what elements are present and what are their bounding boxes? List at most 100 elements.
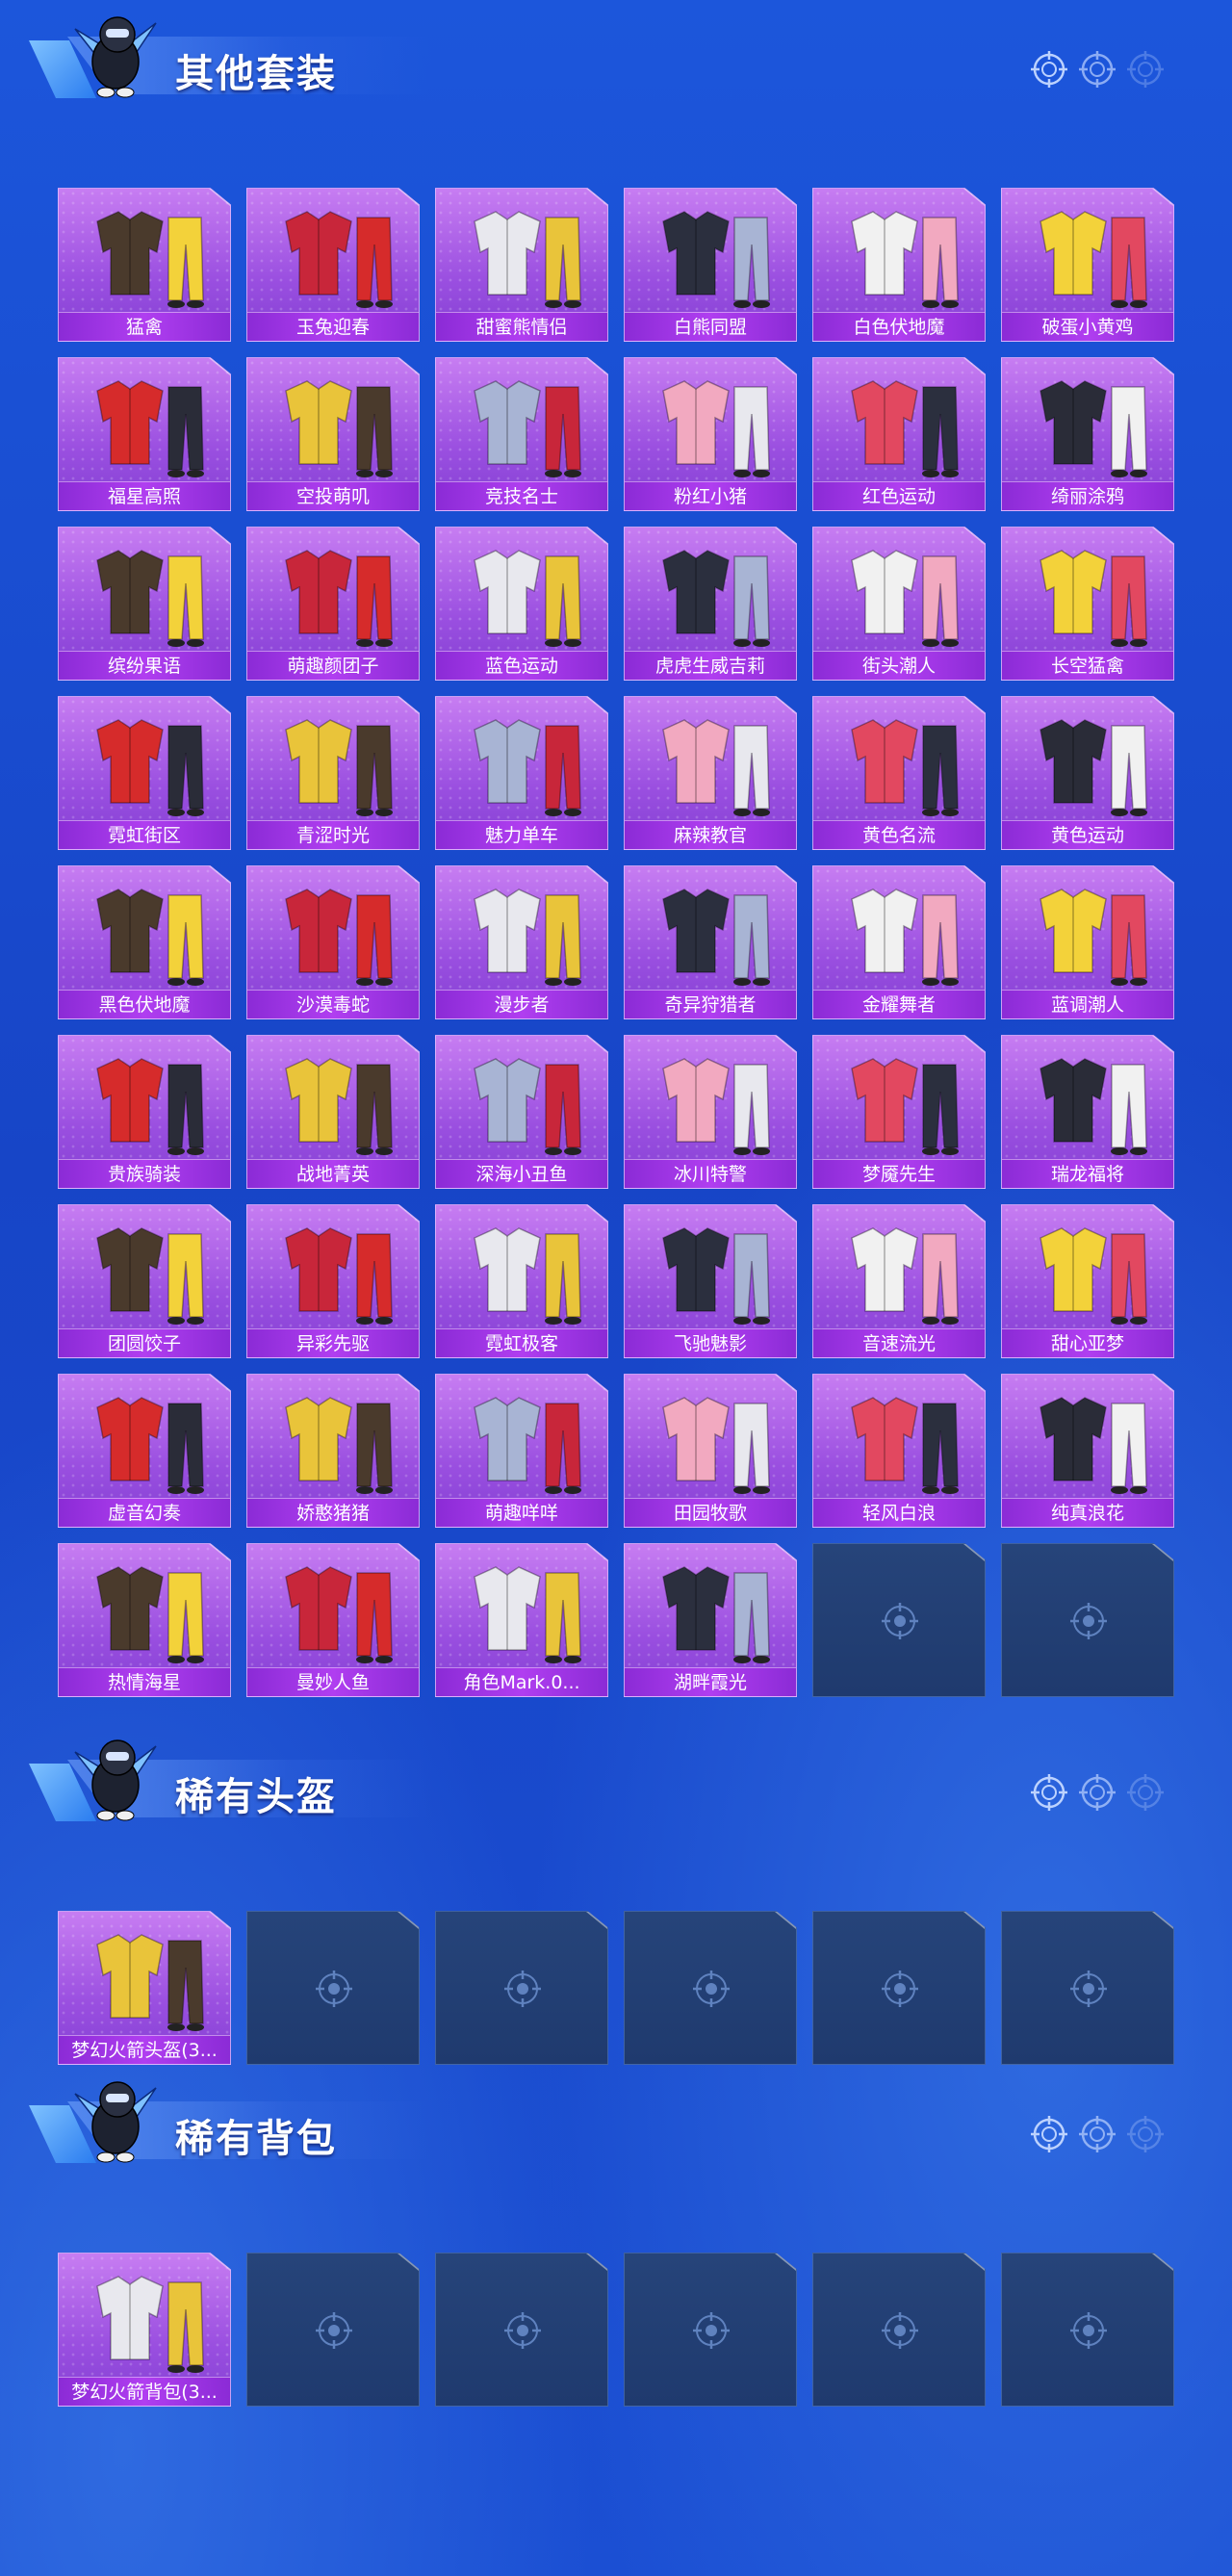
item-tile[interactable]: 甜蜜熊情侣 [435, 188, 608, 342]
item-tile[interactable]: 娇憨猪猪 [246, 1374, 420, 1528]
item-tile[interactable]: 猛禽 [58, 188, 231, 342]
item-tile[interactable]: 蓝调潮人 [1001, 865, 1174, 1019]
outfit-image [634, 1380, 788, 1496]
item-tile[interactable]: 玉兔迎春 [246, 188, 420, 342]
item-tile[interactable]: 霓虹街区 [58, 696, 231, 850]
tile-corner [1152, 1912, 1173, 1929]
item-tile[interactable]: 黑色伏地魔 [58, 865, 231, 1019]
outfit-image [823, 1380, 977, 1496]
item-tile[interactable]: 蓝色运动 [435, 527, 608, 681]
empty-slot[interactable] [246, 2253, 420, 2407]
outfit-image [634, 703, 788, 818]
item-label: 黑色伏地魔 [59, 990, 230, 1018]
item-tile[interactable]: 冰川特警 [624, 1035, 797, 1189]
item-tile[interactable]: 梦幻火箭头盔(3... [58, 1911, 231, 2065]
crosshair-icon [501, 2309, 544, 2352]
item-tile[interactable]: 长空猛禽 [1001, 527, 1174, 681]
item-tile[interactable]: 纯真浪花 [1001, 1374, 1174, 1528]
item-tile[interactable]: 贵族骑装 [58, 1035, 231, 1189]
item-tile[interactable]: 虎虎生威吉莉 [624, 527, 797, 681]
item-tile[interactable]: 黄色运动 [1001, 696, 1174, 850]
outfit-image [823, 364, 977, 479]
outfit-image [823, 1042, 977, 1157]
item-label: 虎虎生威吉莉 [625, 651, 796, 680]
item-label: 金耀舞者 [813, 990, 985, 1018]
item-tile[interactable]: 空投萌叽 [246, 357, 420, 511]
item-tile[interactable]: 粉红小猪 [624, 357, 797, 511]
item-tile[interactable]: 音速流光 [812, 1204, 986, 1358]
outfit-image [446, 533, 600, 649]
outfit-image [68, 1380, 222, 1496]
outfit-image [68, 1211, 222, 1327]
item-tile[interactable]: 萌趣咩咩 [435, 1374, 608, 1528]
item-tile[interactable]: 金耀舞者 [812, 865, 986, 1019]
item-tile[interactable]: 曼妙人鱼 [246, 1543, 420, 1697]
item-tile[interactable]: 梦魇先生 [812, 1035, 986, 1189]
item-label: 沙漠毒蛇 [247, 990, 419, 1018]
empty-slot[interactable] [1001, 2253, 1174, 2407]
item-tile[interactable]: 轻风白浪 [812, 1374, 986, 1528]
outfit-image [68, 1550, 222, 1665]
outfit-image [257, 703, 411, 818]
section-header: 稀有背包 [29, 2065, 433, 2171]
item-tile[interactable]: 湖畔霞光 [624, 1543, 797, 1697]
empty-slot[interactable] [1001, 1543, 1174, 1697]
item-tile[interactable]: 团圆饺子 [58, 1204, 231, 1358]
item-tile[interactable]: 战地菁英 [246, 1035, 420, 1189]
item-tile[interactable]: 白色伏地魔 [812, 188, 986, 342]
tile-corner [398, 2254, 419, 2271]
outfit-image [446, 1042, 600, 1157]
empty-slot[interactable] [812, 2253, 986, 2407]
item-tile[interactable]: 霓虹极客 [435, 1204, 608, 1358]
item-tile[interactable]: 瑞龙福将 [1001, 1035, 1174, 1189]
item-tile[interactable]: 街头潮人 [812, 527, 986, 681]
item-tile[interactable]: 奇异狩猎者 [624, 865, 797, 1019]
tile-corner [398, 1912, 419, 1929]
item-label: 虚音幻奏 [59, 1498, 230, 1527]
crosshair-icon [1126, 2115, 1165, 2153]
item-tile[interactable]: 黄色名流 [812, 696, 986, 850]
item-tile[interactable]: 破蛋小黄鸡 [1001, 188, 1174, 342]
item-tile[interactable]: 沙漠毒蛇 [246, 865, 420, 1019]
empty-slot[interactable] [812, 1543, 986, 1697]
item-tile[interactable]: 虚音幻奏 [58, 1374, 231, 1528]
item-tile[interactable]: 福星高照 [58, 357, 231, 511]
empty-slot[interactable] [435, 1911, 608, 2065]
item-tile[interactable]: 萌趣颜团子 [246, 527, 420, 681]
item-tile[interactable]: 麻辣教官 [624, 696, 797, 850]
outfit-image [823, 533, 977, 649]
tile-corner [775, 1912, 796, 1929]
item-grid: 梦幻火箭头盔(3... [58, 1911, 1174, 2080]
empty-slot[interactable] [624, 1911, 797, 2065]
item-tile[interactable]: 青涩时光 [246, 696, 420, 850]
outfit-image [823, 872, 977, 988]
item-tile[interactable]: 角色Mark.0... [435, 1543, 608, 1697]
item-label: 甜心亚梦 [1002, 1328, 1173, 1357]
empty-slot[interactable] [246, 1911, 420, 2065]
item-tile[interactable]: 热情海星 [58, 1543, 231, 1697]
empty-slot[interactable] [624, 2253, 797, 2407]
item-tile[interactable]: 异彩先驱 [246, 1204, 420, 1358]
item-tile[interactable]: 魅力单车 [435, 696, 608, 850]
item-tile[interactable]: 飞驰魅影 [624, 1204, 797, 1358]
item-label: 轻风白浪 [813, 1498, 985, 1527]
crosshair-icon [313, 2309, 355, 2352]
item-tile[interactable]: 白熊同盟 [624, 188, 797, 342]
item-tile[interactable]: 红色运动 [812, 357, 986, 511]
empty-slot[interactable] [435, 2253, 608, 2407]
item-tile[interactable]: 梦幻火箭背包(3... [58, 2253, 231, 2407]
crosshair-icon [1126, 1773, 1165, 1812]
reticle-decor [1030, 1773, 1174, 1816]
item-tile[interactable]: 漫步者 [435, 865, 608, 1019]
item-tile[interactable]: 竞技名士 [435, 357, 608, 511]
section-1: 其他套装 猛禽 玉兔迎春 甜蜜熊情侣 白熊同盟 白色伏地魔 破蛋小黄鸡 福星高照 空投萌叽 竞技名… [0, 0, 1232, 1697]
empty-slot[interactable] [812, 1911, 986, 2065]
item-label: 战地菁英 [247, 1159, 419, 1188]
item-tile[interactable]: 甜心亚梦 [1001, 1204, 1174, 1358]
item-tile[interactable]: 绮丽涂鸦 [1001, 357, 1174, 511]
item-tile[interactable]: 缤纷果语 [58, 527, 231, 681]
item-label: 贵族骑装 [59, 1159, 230, 1188]
item-tile[interactable]: 深海小丑鱼 [435, 1035, 608, 1189]
item-tile[interactable]: 田园牧歌 [624, 1374, 797, 1528]
empty-slot[interactable] [1001, 1911, 1174, 2065]
